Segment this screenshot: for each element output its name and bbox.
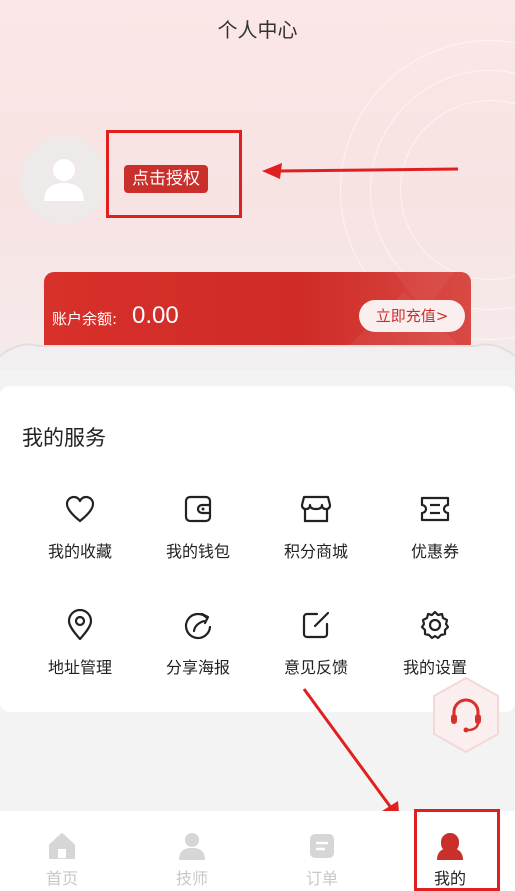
avatar-placeholder-icon [44, 159, 84, 201]
home-icon [47, 831, 77, 861]
page-title: 个人中心 [217, 18, 298, 42]
authorize-button[interactable]: 点击授权 [124, 165, 208, 193]
header-curve [0, 343, 515, 370]
user-icon [435, 831, 465, 861]
tab-label: 技师 [175, 869, 208, 888]
service-wallet[interactable]: 我的钱包 [138, 492, 258, 572]
location-pin-icon [63, 608, 97, 642]
service-coupons[interactable]: 优惠券 [375, 492, 495, 572]
avatar[interactable] [20, 136, 108, 224]
services-panel: 我的服务 我的收藏 我的钱包 积分商城 优惠券 地址管理 分享海报 意见反馈 我… [0, 386, 515, 712]
heart-icon [63, 492, 97, 526]
bottom-tab-bar: 首页 技师 订单 我的 [0, 811, 515, 891]
service-label: 我的设置 [402, 658, 467, 677]
tab-orders[interactable]: 订单 [272, 811, 372, 891]
tab-label: 我的 [433, 869, 466, 888]
services-title: 我的服务 [22, 426, 106, 450]
gear-icon [418, 608, 452, 642]
service-favorites[interactable]: 我的收藏 [20, 492, 140, 572]
tab-technician[interactable]: 技师 [142, 811, 242, 891]
service-label: 分享海报 [165, 658, 230, 677]
service-label: 意见反馈 [283, 658, 348, 677]
service-label: 优惠券 [410, 542, 459, 561]
service-points-mall[interactable]: 积分商城 [256, 492, 376, 572]
tab-home[interactable]: 首页 [12, 811, 112, 891]
recharge-button[interactable]: 立即充值> [359, 300, 465, 332]
tab-label: 订单 [305, 869, 338, 888]
tab-mine[interactable]: 我的 [400, 811, 500, 891]
service-feedback[interactable]: 意见反馈 [256, 608, 376, 688]
service-label: 我的钱包 [165, 542, 230, 561]
balance-amount: 0.00 [132, 302, 179, 329]
coupon-icon [418, 492, 452, 526]
service-label: 地址管理 [47, 658, 112, 677]
balance-label: 账户余额: [52, 310, 118, 328]
share-icon [181, 608, 215, 642]
service-label: 积分商城 [283, 542, 348, 561]
annotation-arrow-left [262, 163, 459, 179]
person-icon [177, 831, 207, 861]
tab-label: 首页 [45, 869, 78, 888]
annotation-arrow-down [302, 688, 400, 823]
wallet-icon [181, 492, 215, 526]
service-address[interactable]: 地址管理 [20, 608, 140, 688]
customer-service-button[interactable] [430, 676, 502, 754]
order-icon [307, 831, 337, 861]
service-label: 我的收藏 [47, 542, 112, 561]
edit-icon [299, 608, 333, 642]
service-share-poster[interactable]: 分享海报 [138, 608, 258, 688]
store-icon [299, 492, 333, 526]
